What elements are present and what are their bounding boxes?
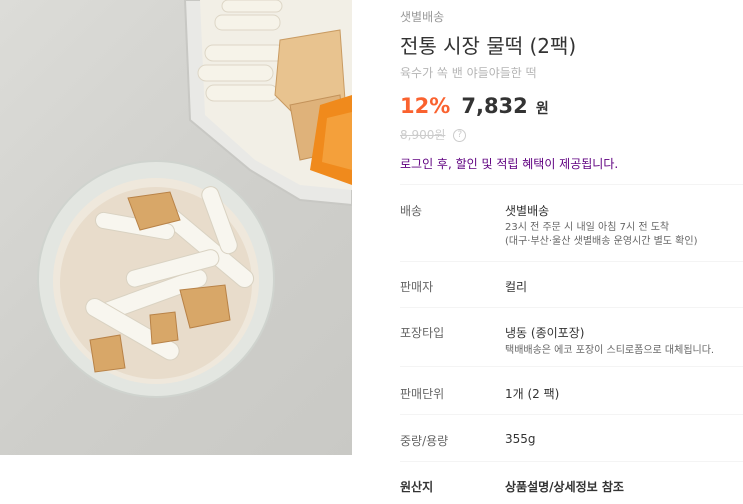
detail-label: 배송 [400, 204, 423, 218]
help-icon[interactable]: ? [453, 129, 467, 142]
detail-row-unit: 판매단위 1개 (2 팩) [400, 366, 743, 414]
detail-label: 판매자 [400, 280, 434, 294]
sale-price: 7,832 [461, 94, 528, 118]
detail-label: 중량/용량 [400, 434, 449, 448]
detail-value: 컬리 [505, 280, 528, 294]
price-unit: 원 [535, 101, 549, 117]
detail-value: 1개 (2 팩) [505, 387, 560, 401]
detail-value: 샛별배송 [505, 204, 550, 218]
login-benefit-message[interactable]: 로그인 후, 할인 및 적립 혜택이 제공됩니다. [400, 155, 618, 172]
detail-sub: 23시 전 주문 시 내일 아침 7시 전 도착 [505, 222, 670, 233]
discount-rate: 12% [400, 94, 451, 118]
detail-value: 355g [505, 432, 536, 446]
product-subtitle: 육수가 쏙 밴 야들야들한 떡 [400, 66, 537, 80]
detail-row-delivery: 배송 샛별배송 23시 전 주문 시 내일 아침 7시 전 도착 (대구·부산·… [400, 184, 743, 261]
detail-label: 원산지 [400, 480, 434, 494]
detail-sub: 택배배송은 에코 포장이 스티로폼으로 대체됩니다. [505, 345, 715, 356]
detail-row-seller: 판매자 컬리 [400, 261, 743, 307]
delivery-tag: 샛별배송 [400, 10, 445, 24]
product-image [0, 0, 352, 455]
detail-sub: (대구·부산·울산 샛별배송 운영시간 별도 확인) [505, 236, 698, 247]
detail-label: 판매단위 [400, 387, 445, 401]
detail-row-weight: 중량/용량 355g [400, 414, 743, 461]
original-price: 8,900원 [400, 128, 446, 142]
detail-label: 포장타입 [400, 326, 445, 340]
original-price-row: 8,900원 ? [400, 126, 467, 143]
product-title: 전통 시장 물떡 (2팩) [400, 34, 577, 58]
detail-row-packaging: 포장타입 냉동 (종이포장) 택배배송은 에코 포장이 스티로폼으로 대체됩니다… [400, 307, 743, 366]
product-details: 배송 샛별배송 23시 전 주문 시 내일 아침 7시 전 도착 (대구·부산·… [400, 184, 743, 504]
price-row: 12% 7,832 원 [400, 94, 549, 118]
detail-value: 냉동 (종이포장) [505, 326, 585, 340]
detail-value: 상품설명/상세정보 참조 [505, 480, 624, 494]
